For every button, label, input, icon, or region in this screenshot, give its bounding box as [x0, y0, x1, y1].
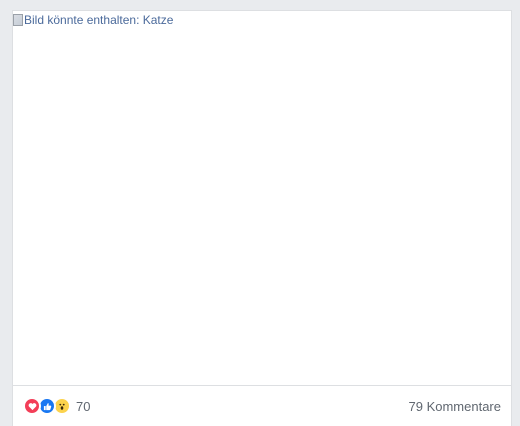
love-icon	[23, 397, 41, 415]
post-card: Bild könnte enthalten: Katze 70 79 Komme…	[12, 10, 512, 426]
reaction-count[interactable]: 70	[76, 399, 90, 414]
comments-link[interactable]: 79 Kommentare	[409, 399, 502, 414]
reactions-summary[interactable]: 70	[23, 397, 90, 415]
post-image-area[interactable]: Bild könnte enthalten: Katze	[13, 11, 511, 386]
post-image[interactable]: Bild könnte enthalten: Katze	[13, 13, 173, 27]
post-image-alt-text: Bild könnte enthalten: Katze	[24, 13, 174, 27]
broken-image-icon	[13, 14, 23, 26]
post-footer: 70 79 Kommentare	[13, 391, 511, 421]
